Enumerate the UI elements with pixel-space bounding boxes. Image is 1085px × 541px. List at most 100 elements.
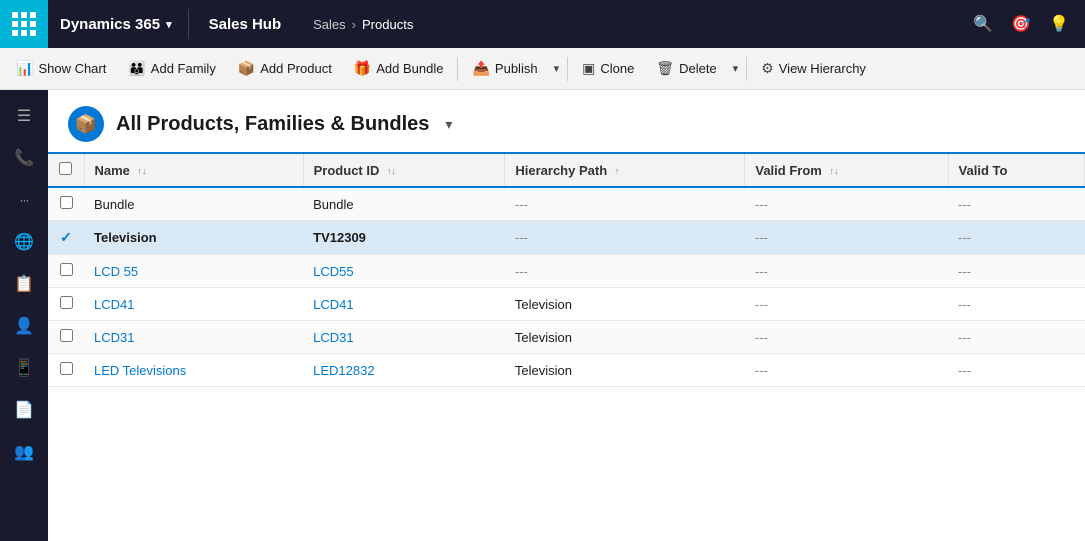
row-name-cell[interactable]: Bundle	[84, 187, 303, 221]
dash-placeholder: ---	[958, 363, 971, 378]
col-product-id[interactable]: Product ID ↑↓	[303, 154, 505, 187]
row-name-cell[interactable]: LED Televisions	[84, 354, 303, 387]
show-chart-button[interactable]: 📊 Show Chart	[6, 54, 116, 83]
clone-icon: ▣	[582, 60, 595, 77]
view-hierarchy-icon: ⚙	[761, 60, 774, 77]
breadcrumb-products: Products	[362, 17, 413, 32]
row-product-id-cell[interactable]: Bundle	[303, 187, 505, 221]
dynamics-chevron-icon: ▾	[166, 18, 172, 31]
sidebar-item-clipboard[interactable]: 📋	[6, 266, 42, 302]
delete-dropdown-icon[interactable]: ▾	[729, 56, 743, 81]
row-name-cell[interactable]: Television	[84, 221, 303, 255]
row-checkbox[interactable]	[60, 362, 73, 375]
sidebar-item-user[interactable]: 👥	[6, 434, 42, 470]
row-check-cell[interactable]	[48, 354, 84, 387]
table-row[interactable]: LCD41LCD41Television------	[48, 288, 1085, 321]
col-valid-from[interactable]: Valid From ↑↓	[745, 154, 948, 187]
apps-button[interactable]	[0, 0, 48, 48]
sidebar-item-calls[interactable]: 📱	[6, 350, 42, 386]
sidebar-item-more[interactable]: ···	[6, 182, 42, 218]
toolbar-sep-1	[457, 57, 458, 81]
publish-button[interactable]: 📤 Publish	[462, 54, 547, 83]
row-product-id-cell[interactable]: LED12832	[303, 354, 505, 387]
main-content: 📦 All Products, Families & Bundles ▾ Nam…	[48, 90, 1085, 541]
add-product-button[interactable]: 📦 Add Product	[228, 54, 342, 83]
row-check-cell[interactable]	[48, 255, 84, 288]
add-bundle-icon: 🎁	[354, 60, 371, 77]
dash-placeholder: ---	[755, 297, 768, 312]
add-bundle-button[interactable]: 🎁 Add Bundle	[344, 54, 454, 83]
row-name-cell[interactable]: LCD31	[84, 321, 303, 354]
sidebar-item-menu[interactable]: ☰	[6, 98, 42, 134]
target-nav-icon[interactable]: 🎯	[1011, 14, 1031, 34]
row-check-cell[interactable]	[48, 187, 84, 221]
add-product-label: Add Product	[260, 61, 332, 76]
row-hierarchy-path-cell: ---	[505, 221, 745, 255]
view-hierarchy-label: View Hierarchy	[779, 61, 866, 76]
dynamics-365-nav[interactable]: Dynamics 365 ▾	[48, 16, 184, 33]
row-checkbox[interactable]	[60, 196, 73, 209]
row-checkbox[interactable]	[60, 296, 73, 309]
page-title-chevron-icon[interactable]: ▾	[445, 116, 452, 133]
dash-placeholder: ---	[755, 264, 768, 279]
table-row[interactable]: ✓TelevisionTV12309---------	[48, 221, 1085, 255]
add-product-icon: 📦	[238, 60, 255, 77]
table-row[interactable]: BundleBundle---------	[48, 187, 1085, 221]
row-hierarchy-path-cell: Television	[505, 288, 745, 321]
sidebar-item-doc[interactable]: 📄	[6, 392, 42, 428]
row-product-id-cell[interactable]: LCD41	[303, 288, 505, 321]
row-checkbox[interactable]	[60, 263, 73, 276]
toolbar: 📊 Show Chart 👪 Add Family 📦 Add Product …	[0, 48, 1085, 90]
row-product-id-cell[interactable]: LCD31	[303, 321, 505, 354]
row-name-cell[interactable]: LCD 55	[84, 255, 303, 288]
col-name[interactable]: Name ↑↓	[84, 154, 303, 187]
dash-placeholder: ---	[958, 330, 971, 345]
col-hierarchy-path[interactable]: Hierarchy Path ↑	[505, 154, 745, 187]
col-check[interactable]	[48, 154, 84, 187]
row-valid-from-cell: ---	[745, 321, 948, 354]
table-row[interactable]: LCD 55LCD55---------	[48, 255, 1085, 288]
row-valid-from-cell: ---	[745, 221, 948, 255]
row-check-cell[interactable]	[48, 321, 84, 354]
table-row[interactable]: LCD31LCD31Television------	[48, 321, 1085, 354]
sidebar-item-phone[interactable]: 📞	[6, 140, 42, 176]
delete-label: Delete	[679, 61, 717, 76]
toolbar-sep-3	[746, 57, 747, 81]
row-check-cell[interactable]: ✓	[48, 221, 84, 255]
name-sort-icon: ↑↓	[138, 166, 147, 176]
dash-placeholder: ---	[515, 230, 528, 245]
lightbulb-nav-icon[interactable]: 💡	[1049, 14, 1069, 34]
show-chart-label: Show Chart	[38, 61, 106, 76]
add-family-label: Add Family	[151, 61, 216, 76]
row-checkbox[interactable]	[60, 329, 73, 342]
delete-button[interactable]: 🗑 Delete	[646, 54, 726, 83]
view-hierarchy-button[interactable]: ⚙ View Hierarchy	[751, 54, 876, 83]
dash-placeholder: ---	[755, 330, 768, 345]
product-table-container: Name ↑↓ Product ID ↑↓ Hierarchy Path ↑ V…	[48, 154, 1085, 527]
clone-button[interactable]: ▣ Clone	[572, 54, 644, 83]
select-all-checkbox[interactable]	[59, 162, 72, 175]
row-name-cell[interactable]: LCD41	[84, 288, 303, 321]
table-row[interactable]: LED TelevisionsLED12832Television------	[48, 354, 1085, 387]
page-icon: 📦	[68, 106, 104, 142]
apps-grid-icon	[12, 12, 36, 36]
row-hierarchy-path-cell: Television	[505, 354, 745, 387]
sidebar-item-person[interactable]: 👤	[6, 308, 42, 344]
row-product-id-cell[interactable]: TV12309	[303, 221, 505, 255]
page-header: 📦 All Products, Families & Bundles ▾	[48, 90, 1085, 154]
publish-label: Publish	[495, 61, 538, 76]
publish-icon: 📤	[472, 60, 489, 77]
nav-icon-group: 🔍 🎯 💡	[973, 14, 1085, 34]
top-navigation: Dynamics 365 ▾ Sales Hub Sales › Product…	[0, 0, 1085, 48]
row-hierarchy-path-cell: ---	[505, 255, 745, 288]
breadcrumb-sales[interactable]: Sales	[313, 17, 346, 32]
add-family-button[interactable]: 👪 Add Family	[118, 54, 225, 83]
publish-dropdown-icon[interactable]: ▾	[550, 56, 564, 81]
search-nav-icon[interactable]: 🔍	[973, 14, 993, 34]
row-product-id-cell[interactable]: LCD55	[303, 255, 505, 288]
col-valid-to[interactable]: Valid To	[948, 154, 1084, 187]
dynamics-label: Dynamics 365	[60, 16, 160, 33]
row-check-cell[interactable]	[48, 288, 84, 321]
sidebar-item-globe[interactable]: 🌐	[6, 224, 42, 260]
dash-placeholder: ---	[515, 264, 528, 279]
